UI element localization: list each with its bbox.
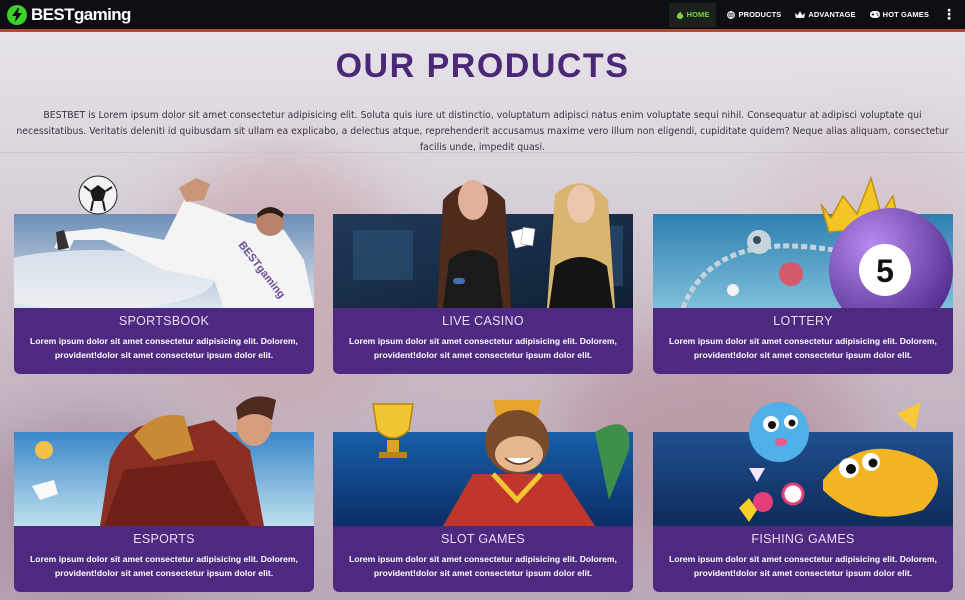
nav-label-products: PRODUCTS <box>738 10 782 19</box>
brand-name: BESTgaming <box>31 4 131 24</box>
product-info: ESPORTS Lorem ipsum dolor sit amet conse… <box>14 526 314 592</box>
top-navbar: BESTgaming HOME PRODUCTS ADVANTAGE HOT G… <box>0 0 965 32</box>
product-name: FISHING GAMES <box>751 532 855 546</box>
nav-label-hot-games: HOT GAMES <box>882 10 929 19</box>
product-description: Lorem ipsum dolor sit amet consectetur a… <box>30 336 298 360</box>
lottery-image: 5 <box>653 170 953 332</box>
intro-text: BESTBET is Lorem ipsum dolor sit amet co… <box>16 110 949 153</box>
fire-icon <box>676 10 683 19</box>
product-description: Lorem ipsum dolor sit amet consectetur a… <box>349 554 617 578</box>
product-description: Lorem ipsum dolor sit amet consectetur a… <box>349 336 617 360</box>
product-name: LIVE CASINO <box>442 314 524 328</box>
nav-item-advantage[interactable]: ADVANTAGE <box>788 3 862 27</box>
product-card-slot-games[interactable]: SLOT GAMES Lorem ipsum dolor sit amet co… <box>333 390 633 594</box>
product-name: SPORTSBOOK <box>118 314 210 328</box>
crown-icon <box>795 10 806 18</box>
brand-logo[interactable]: BESTgaming <box>7 4 131 25</box>
product-name: SLOT GAMES <box>440 532 526 546</box>
product-card-sportsbook[interactable]: BESTgaming SPORTSBOOK Lorem ipsum dolor … <box>0 170 314 374</box>
product-card-lottery[interactable]: 5 LOTTERY Lorem ipsum dolor sit amet con… <box>653 170 953 374</box>
globe-icon <box>727 10 736 19</box>
product-description: Lorem ipsum dolor sit amet consectetur a… <box>30 554 298 578</box>
nav-label-home: HOME <box>686 10 710 19</box>
esports-image <box>14 390 314 526</box>
product-info: LIVE CASINO Lorem ipsum dolor sit amet c… <box>333 308 633 374</box>
product-name: ESPORTS <box>133 532 195 546</box>
nav-label-advantage: ADVANTAGE <box>808 10 856 19</box>
soccer-ball-icon <box>78 175 118 215</box>
nav-menu: HOME PRODUCTS ADVANTAGE HOT GAMES ⋮ <box>668 0 965 29</box>
product-card-esports[interactable]: ESPORTS Lorem ipsum dolor sit amet conse… <box>14 390 314 594</box>
fishing-games-image <box>653 390 953 526</box>
gamepad-icon <box>869 11 880 18</box>
kebab-menu-icon[interactable]: ⋮ <box>936 8 965 22</box>
nav-item-products[interactable]: PRODUCTS <box>720 3 788 27</box>
section-divider <box>0 152 965 153</box>
lightning-icon <box>7 4 27 25</box>
product-description: Lorem ipsum dolor sit amet consectetur a… <box>669 554 937 578</box>
product-info: SLOT GAMES Lorem ipsum dolor sit amet co… <box>333 526 633 592</box>
live-casino-image <box>333 170 633 308</box>
product-info: LOTTERY Lorem ipsum dolor sit amet conse… <box>653 308 953 374</box>
product-name: LOTTERY <box>773 314 833 328</box>
page-title: OUR PRODUCTS <box>335 47 630 85</box>
product-info: SPORTSBOOK Lorem ipsum dolor sit amet co… <box>14 308 314 374</box>
product-card-live-casino[interactable]: LIVE CASINO Lorem ipsum dolor sit amet c… <box>333 170 633 374</box>
product-card-fishing-games[interactable]: FISHING GAMES Lorem ipsum dolor sit amet… <box>653 390 953 594</box>
slot-games-image <box>333 390 633 526</box>
product-info: FISHING GAMES Lorem ipsum dolor sit amet… <box>653 526 953 592</box>
ball-number: 5 <box>876 253 894 289</box>
nav-item-hot-games[interactable]: HOT GAMES <box>863 3 936 27</box>
casino-chip-icon <box>453 278 465 284</box>
product-description: Lorem ipsum dolor sit amet consectetur a… <box>669 336 937 360</box>
sportsbook-image: BESTgaming <box>0 170 314 310</box>
pufferfish-icon <box>749 402 809 462</box>
nav-item-home[interactable]: HOME <box>668 2 717 27</box>
